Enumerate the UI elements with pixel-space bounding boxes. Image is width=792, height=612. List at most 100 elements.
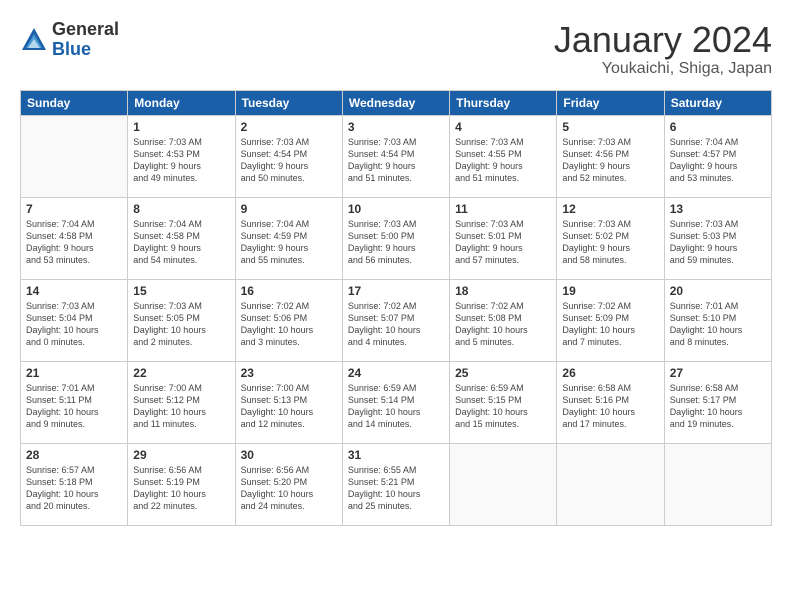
day-info: Sunrise: 7:01 AMSunset: 5:11 PMDaylight:… — [26, 382, 122, 431]
col-thursday: Thursday — [450, 90, 557, 115]
calendar-header-row: Sunday Monday Tuesday Wednesday Thursday… — [21, 90, 772, 115]
table-row: 5 Sunrise: 7:03 AMSunset: 4:56 PMDaylight… — [557, 115, 664, 197]
table-row: 23 Sunrise: 7:00 AMSunset: 5:13 PMDayligh… — [235, 361, 342, 443]
title-block: January 2024 Youkaichi, Shiga, Japan — [554, 20, 772, 78]
col-saturday: Saturday — [664, 90, 771, 115]
table-row — [664, 443, 771, 525]
day-number: 17 — [348, 284, 444, 298]
table-row: 16Sunrise: 7:02 AMSunset: 5:06 PMDayligh… — [235, 279, 342, 361]
day-info: Sunrise: 7:04 AMSunset: 4:59 PMDaylight:… — [241, 218, 337, 267]
table-row: 6Sunrise: 7:04 AMSunset: 4:57 PMDaylight… — [664, 115, 771, 197]
day-number: 28 — [26, 448, 122, 462]
table-row: 1 Sunrise: 7:03 AMSunset: 4:53 PMDaylight… — [128, 115, 235, 197]
calendar-table: Sunday Monday Tuesday Wednesday Thursday… — [20, 90, 772, 526]
table-row: 21 Sunrise: 7:01 AMSunset: 5:11 PMDayligh… — [21, 361, 128, 443]
day-number: 27 — [670, 366, 766, 380]
day-number: 25 — [455, 366, 551, 380]
day-number: 13 — [670, 202, 766, 216]
table-row: 26 Sunrise: 6:58 AMSunset: 5:16 PMDayligh… — [557, 361, 664, 443]
day-number: 2 — [241, 120, 337, 134]
table-row: 24 Sunrise: 6:59 AMSunset: 5:14 PMDayligh… — [342, 361, 449, 443]
day-info: Sunrise: 7:03 AMSunset: 5:04 PMDaylight:… — [26, 300, 122, 349]
day-number: 10 — [348, 202, 444, 216]
table-row: 3 Sunrise: 7:03 AMSunset: 4:54 PMDaylight… — [342, 115, 449, 197]
table-row: 31 Sunrise: 6:55 AMSunset: 5:21 PMDayligh… — [342, 443, 449, 525]
day-info: Sunrise: 7:03 AMSunset: 5:05 PMDaylight:… — [133, 300, 229, 349]
day-number: 6 — [670, 120, 766, 134]
day-number: 5 — [562, 120, 658, 134]
calendar-week-row: 28 Sunrise: 6:57 AMSunset: 5:18 PMDayligh… — [21, 443, 772, 525]
table-row — [450, 443, 557, 525]
day-info: Sunrise: 6:58 AMSunset: 5:16 PMDaylight:… — [562, 382, 658, 431]
day-info: Sunrise: 7:03 AMSunset: 4:53 PMDaylight:… — [133, 136, 229, 185]
table-row: 19Sunrise: 7:02 AMSunset: 5:09 PMDayligh… — [557, 279, 664, 361]
day-number: 23 — [241, 366, 337, 380]
day-info: Sunrise: 7:03 AMSunset: 4:55 PMDaylight:… — [455, 136, 551, 185]
day-info: Sunrise: 7:02 AMSunset: 5:09 PMDaylight:… — [562, 300, 658, 349]
col-wednesday: Wednesday — [342, 90, 449, 115]
day-number: 7 — [26, 202, 122, 216]
day-info: Sunrise: 6:57 AMSunset: 5:18 PMDaylight:… — [26, 464, 122, 513]
day-info: Sunrise: 7:03 AMSunset: 5:02 PMDaylight:… — [562, 218, 658, 267]
day-info: Sunrise: 7:00 AMSunset: 5:12 PMDaylight:… — [133, 382, 229, 431]
day-info: Sunrise: 7:03 AMSunset: 4:56 PMDaylight:… — [562, 136, 658, 185]
logo: General Blue — [20, 20, 119, 60]
logo-general-text: General — [52, 19, 119, 39]
page-title: January 2024 — [554, 20, 772, 60]
day-info: Sunrise: 7:00 AMSunset: 5:13 PMDaylight:… — [241, 382, 337, 431]
calendar-week-row: 14 Sunrise: 7:03 AMSunset: 5:04 PMDayligh… — [21, 279, 772, 361]
day-number: 1 — [133, 120, 229, 134]
day-info: Sunrise: 6:59 AMSunset: 5:14 PMDaylight:… — [348, 382, 444, 431]
table-row — [557, 443, 664, 525]
table-row: 28 Sunrise: 6:57 AMSunset: 5:18 PMDayligh… — [21, 443, 128, 525]
day-info: Sunrise: 7:04 AMSunset: 4:58 PMDaylight:… — [26, 218, 122, 267]
day-info: Sunrise: 6:56 AMSunset: 5:19 PMDaylight:… — [133, 464, 229, 513]
col-monday: Monday — [128, 90, 235, 115]
day-info: Sunrise: 7:01 AMSunset: 5:10 PMDaylight:… — [670, 300, 766, 349]
calendar-week-row: 21 Sunrise: 7:01 AMSunset: 5:11 PMDayligh… — [21, 361, 772, 443]
table-row: 20Sunrise: 7:01 AMSunset: 5:10 PMDayligh… — [664, 279, 771, 361]
day-info: Sunrise: 7:02 AMSunset: 5:08 PMDaylight:… — [455, 300, 551, 349]
day-info: Sunrise: 6:59 AMSunset: 5:15 PMDaylight:… — [455, 382, 551, 431]
day-info: Sunrise: 7:03 AMSunset: 4:54 PMDaylight:… — [348, 136, 444, 185]
calendar-week-row: 1 Sunrise: 7:03 AMSunset: 4:53 PMDaylight… — [21, 115, 772, 197]
table-row: 2 Sunrise: 7:03 AMSunset: 4:54 PMDaylight… — [235, 115, 342, 197]
table-row: 27Sunrise: 6:58 AMSunset: 5:17 PMDayligh… — [664, 361, 771, 443]
table-row: 11Sunrise: 7:03 AMSunset: 5:01 PMDayligh… — [450, 197, 557, 279]
day-number: 18 — [455, 284, 551, 298]
table-row: 18 Sunrise: 7:02 AMSunset: 5:08 PMDayligh… — [450, 279, 557, 361]
page-subtitle: Youkaichi, Shiga, Japan — [554, 60, 772, 78]
page: General Blue January 2024 Youkaichi, Shi… — [0, 0, 792, 612]
day-number: 3 — [348, 120, 444, 134]
day-number: 24 — [348, 366, 444, 380]
col-friday: Friday — [557, 90, 664, 115]
day-number: 26 — [562, 366, 658, 380]
day-info: Sunrise: 6:56 AMSunset: 5:20 PMDaylight:… — [241, 464, 337, 513]
logo-icon — [20, 26, 48, 54]
day-number: 8 — [133, 202, 229, 216]
day-info: Sunrise: 7:03 AMSunset: 5:00 PMDaylight:… — [348, 218, 444, 267]
logo-blue-text: Blue — [52, 39, 91, 59]
day-number: 14 — [26, 284, 122, 298]
day-info: Sunrise: 6:55 AMSunset: 5:21 PMDaylight:… — [348, 464, 444, 513]
table-row: 17Sunrise: 7:02 AMSunset: 5:07 PMDayligh… — [342, 279, 449, 361]
table-row: 29 Sunrise: 6:56 AMSunset: 5:19 PMDayligh… — [128, 443, 235, 525]
day-number: 29 — [133, 448, 229, 462]
day-number: 4 — [455, 120, 551, 134]
day-number: 31 — [348, 448, 444, 462]
table-row: 22Sunrise: 7:00 AMSunset: 5:12 PMDayligh… — [128, 361, 235, 443]
day-info: Sunrise: 7:04 AMSunset: 4:58 PMDaylight:… — [133, 218, 229, 267]
table-row: 9Sunrise: 7:04 AMSunset: 4:59 PMDaylight… — [235, 197, 342, 279]
table-row: 15Sunrise: 7:03 AMSunset: 5:05 PMDayligh… — [128, 279, 235, 361]
table-row: 12Sunrise: 7:03 AMSunset: 5:02 PMDayligh… — [557, 197, 664, 279]
table-row: 7 Sunrise: 7:04 AMSunset: 4:58 PMDaylight… — [21, 197, 128, 279]
col-tuesday: Tuesday — [235, 90, 342, 115]
calendar-week-row: 7 Sunrise: 7:04 AMSunset: 4:58 PMDaylight… — [21, 197, 772, 279]
day-number: 11 — [455, 202, 551, 216]
table-row: 10 Sunrise: 7:03 AMSunset: 5:00 PMDayligh… — [342, 197, 449, 279]
day-info: Sunrise: 7:03 AMSunset: 4:54 PMDaylight:… — [241, 136, 337, 185]
header: General Blue January 2024 Youkaichi, Shi… — [20, 20, 772, 78]
day-number: 16 — [241, 284, 337, 298]
day-number: 21 — [26, 366, 122, 380]
table-row: 4 Sunrise: 7:03 AMSunset: 4:55 PMDaylight… — [450, 115, 557, 197]
